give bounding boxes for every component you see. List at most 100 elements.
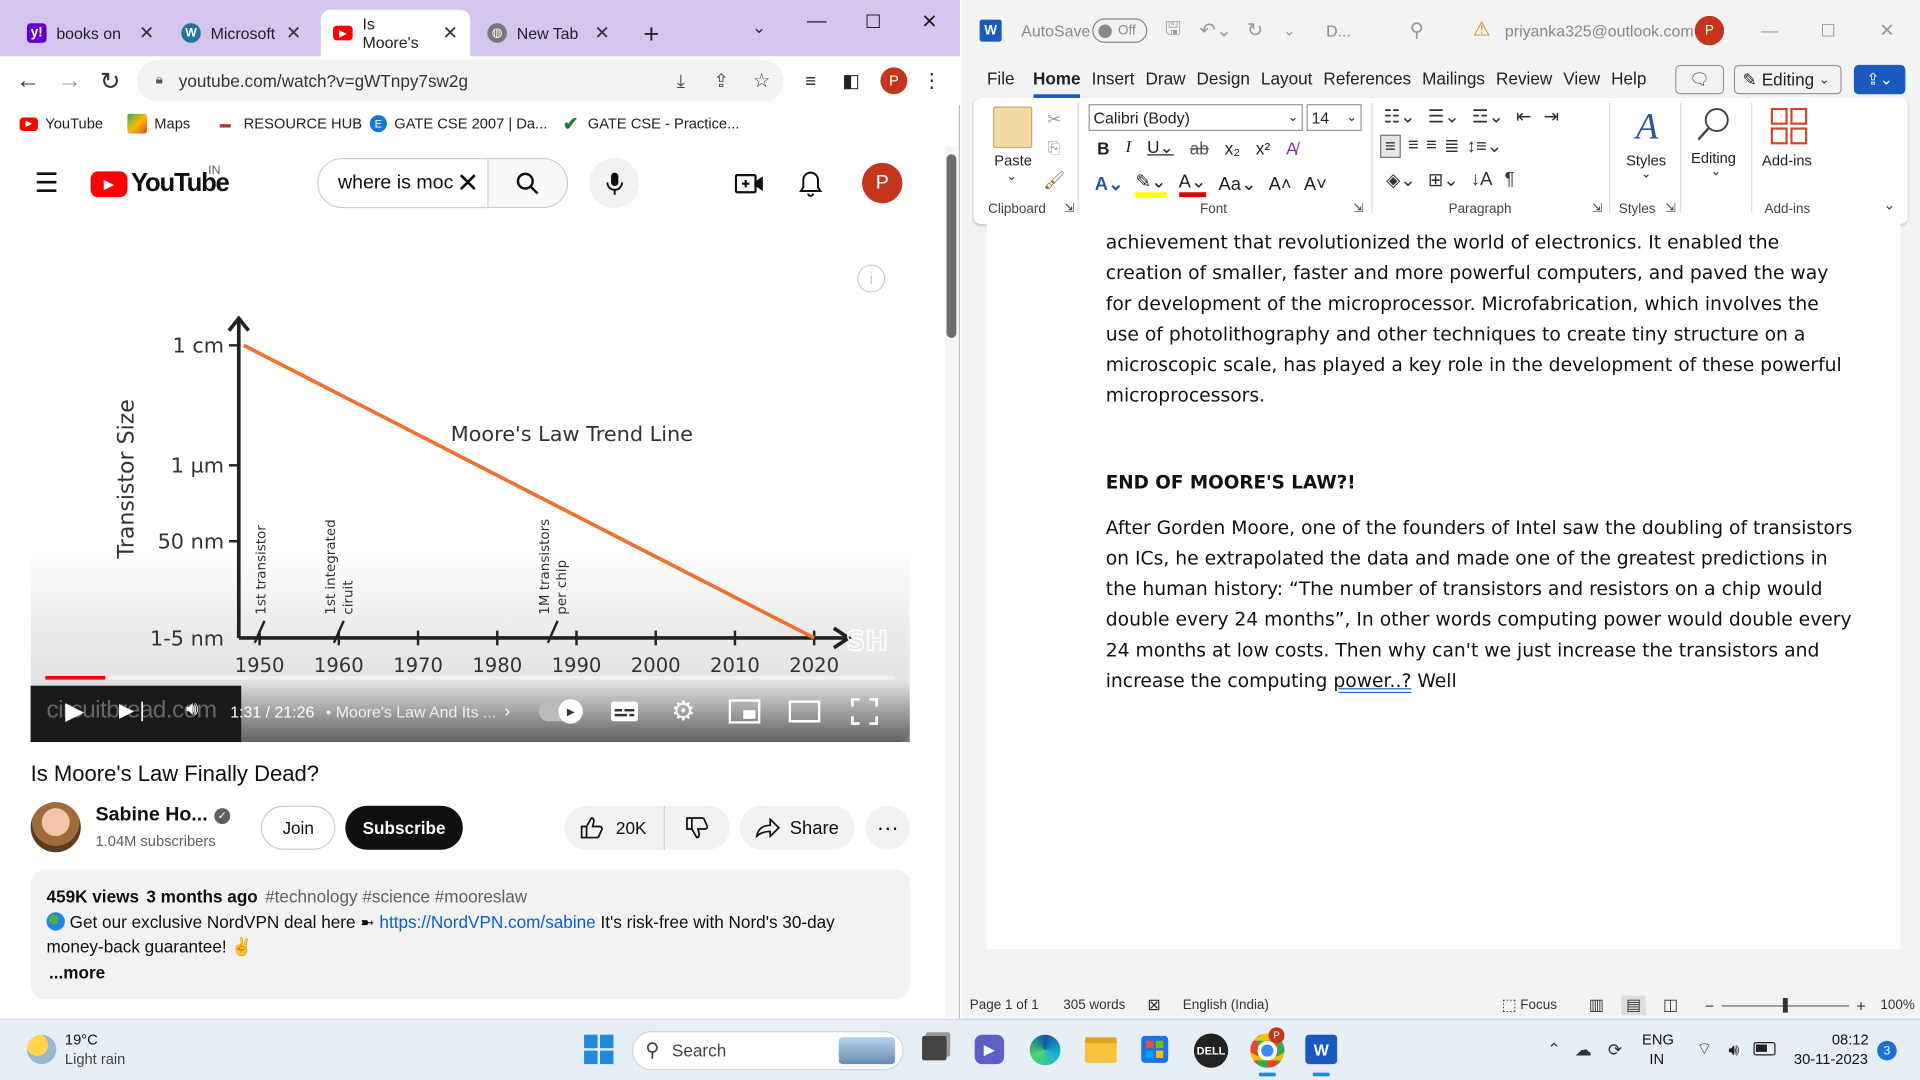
redo-icon[interactable]: ↻	[1243, 17, 1267, 44]
highlight-icon[interactable]: ✎⌄	[1135, 170, 1167, 198]
sync-icon[interactable]: ⟳	[1603, 1037, 1627, 1061]
bookmark-maps[interactable]: Maps	[127, 105, 190, 142]
shrink-font-icon[interactable]: A˅	[1304, 173, 1327, 194]
line-spacing-icon[interactable]: ↕≡⌄	[1467, 135, 1502, 158]
chapter-chevron-icon[interactable]: ›	[504, 700, 510, 720]
shading-icon[interactable]: ◈⌄	[1386, 169, 1416, 191]
account-email[interactable]: priyanka325@outlook.com	[1505, 22, 1694, 40]
bookmark-star-icon[interactable]: ☆	[748, 67, 775, 94]
proofing-icon[interactable]: ⊠	[1147, 996, 1160, 1016]
onedrive-icon[interactable]: ☁	[1571, 1037, 1595, 1061]
bookmark-youtube[interactable]: ▶ YouTube	[19, 105, 103, 142]
sort-icon[interactable]: ↓A	[1471, 169, 1492, 191]
taskbar-search[interactable]: ⚲ Search	[631, 1031, 904, 1071]
menu-mailings[interactable]: Mailings	[1422, 69, 1485, 98]
borders-icon[interactable]: ⊞⌄	[1428, 169, 1459, 191]
copy-icon[interactable]: ⎘	[1043, 137, 1065, 159]
font-size-select[interactable]: 14 ⌄	[1306, 104, 1362, 132]
editing-chevron-icon[interactable]: ⌄	[1711, 165, 1721, 178]
styles-button-label[interactable]: Styles	[1626, 152, 1666, 169]
styles-chevron-icon[interactable]: ⌄	[1641, 168, 1651, 181]
numbering-icon[interactable]: ☰⌄	[1428, 105, 1460, 128]
language-indicator[interactable]: ENG	[1642, 1031, 1674, 1048]
scrollbar-thumb[interactable]	[946, 154, 957, 338]
start-button[interactable]	[584, 1034, 614, 1065]
clock-date[interactable]: 30-11-2023	[1794, 1051, 1868, 1068]
italic-icon[interactable]: I	[1125, 138, 1131, 158]
menu-kebab-icon[interactable]: ⋮	[921, 67, 943, 94]
like-button[interactable]: 20K	[564, 805, 665, 850]
editing-button-label[interactable]: Editing	[1691, 149, 1736, 166]
miniplayer-button[interactable]	[727, 698, 761, 725]
maximize-button[interactable]: ☐	[855, 5, 892, 39]
forward-icon[interactable]: →	[54, 65, 86, 97]
subtitles-button[interactable]	[609, 698, 641, 725]
document-body[interactable]: achievement that revolutionized the worl…	[1106, 228, 1855, 697]
close-tab-icon[interactable]: ✕	[286, 22, 301, 44]
language-status[interactable]: English (India)	[1183, 998, 1269, 1013]
clipboard-launcher-icon[interactable]: ⇲	[1064, 202, 1074, 215]
wifi-icon[interactable]: ⌔	[1692, 1037, 1716, 1061]
settings-gear-icon[interactable]: ⚙	[667, 696, 699, 728]
close-tab-icon[interactable]: ✕	[139, 22, 154, 44]
notification-badge[interactable]: 3	[1877, 1040, 1897, 1061]
text-effects-icon[interactable]: A⌄	[1095, 173, 1124, 195]
decrease-indent-icon[interactable]: ⇤	[1516, 105, 1531, 128]
share-button[interactable]: Share	[739, 805, 855, 850]
share-icon[interactable]: ⇪	[708, 67, 735, 94]
menu-review[interactable]: Review	[1496, 69, 1552, 98]
save-icon[interactable]: 🖫	[1161, 17, 1185, 44]
create-button[interactable]	[732, 168, 766, 200]
word-minimize-button[interactable]: —	[1753, 15, 1785, 47]
clock-time[interactable]: 08:12	[1832, 1031, 1869, 1048]
web-layout-icon[interactable]: ◫	[1663, 996, 1678, 1016]
addins-icon[interactable]	[1769, 107, 1808, 146]
dell-icon[interactable]: DELL	[1193, 1033, 1229, 1068]
show-more-link[interactable]: ...more	[49, 962, 105, 982]
superscript-icon[interactable]: x²	[1256, 138, 1270, 158]
dislike-button[interactable]	[665, 806, 729, 850]
bookmark-resource-hub[interactable]: ▬ RESOURCE HUB	[214, 105, 362, 142]
voice-search-button[interactable]	[588, 157, 640, 209]
play-button[interactable]: ▶	[61, 696, 88, 725]
subscribe-button[interactable]: Subscribe	[345, 805, 463, 850]
weather-temp[interactable]: 19°C	[65, 1031, 98, 1048]
menu-layout[interactable]: Layout	[1261, 69, 1312, 98]
tab-yahoo[interactable]: y! books on ✕	[15, 10, 167, 57]
styles-icon[interactable]: A	[1626, 105, 1668, 149]
video-player[interactable]: 1 cm 1 µm 50 nm 1-5 nm 1950 1960 1970 1980 1990 2…	[30, 254, 910, 743]
profile-avatar[interactable]: P	[880, 67, 908, 95]
weather-icon[interactable]	[26, 1034, 57, 1065]
media-control-icon[interactable]: ≡	[797, 67, 824, 94]
ribbon-collapse-icon[interactable]: ⌄	[1883, 196, 1895, 213]
comments-button[interactable]: 🗨︎	[1675, 64, 1725, 95]
notifications-button[interactable]	[795, 167, 827, 201]
align-right-icon[interactable]: ≡	[1426, 135, 1437, 158]
cut-icon[interactable]: ✂	[1043, 108, 1065, 130]
word-close-button[interactable]: ✕	[1871, 15, 1903, 47]
microsoft-store-icon[interactable]	[1141, 1035, 1169, 1063]
grammar-flag-text[interactable]: power..?	[1333, 670, 1411, 692]
reload-icon[interactable]: ↻	[94, 65, 126, 97]
focus-label[interactable]: Focus	[1520, 998, 1557, 1013]
undo-icon[interactable]: ↶⌄	[1195, 17, 1237, 44]
word-count[interactable]: 305 words	[1063, 998, 1125, 1013]
show-marks-icon[interactable]: ¶	[1505, 169, 1515, 191]
word-taskbar-icon[interactable]: W	[1305, 1034, 1338, 1065]
tray-overflow-icon[interactable]: ⌃	[1545, 1038, 1562, 1060]
menu-view[interactable]: View	[1563, 69, 1600, 98]
volume-tray-icon[interactable]: 🔊︎	[1722, 1037, 1746, 1061]
menu-insert[interactable]: Insert	[1092, 69, 1135, 98]
menu-home[interactable]: Home	[1032, 69, 1081, 98]
word-user-avatar[interactable]: P	[1694, 15, 1725, 46]
description-link[interactable]: https://NordVPN.com/sabine	[379, 912, 595, 932]
editing-icon[interactable]	[1695, 105, 1734, 144]
info-icon[interactable]: i	[857, 264, 886, 293]
font-name-select[interactable]: Calibri (Body) ⌄	[1088, 104, 1303, 132]
zoom-thumb[interactable]	[1782, 997, 1788, 1013]
join-button[interactable]: Join	[260, 805, 336, 850]
menu-help[interactable]: Help	[1611, 69, 1646, 98]
word-search-icon[interactable]: ⚲	[1403, 17, 1430, 44]
autosave-toggle[interactable]: Off	[1092, 18, 1148, 43]
share-document-button[interactable]: ⇪⌄	[1853, 64, 1906, 95]
